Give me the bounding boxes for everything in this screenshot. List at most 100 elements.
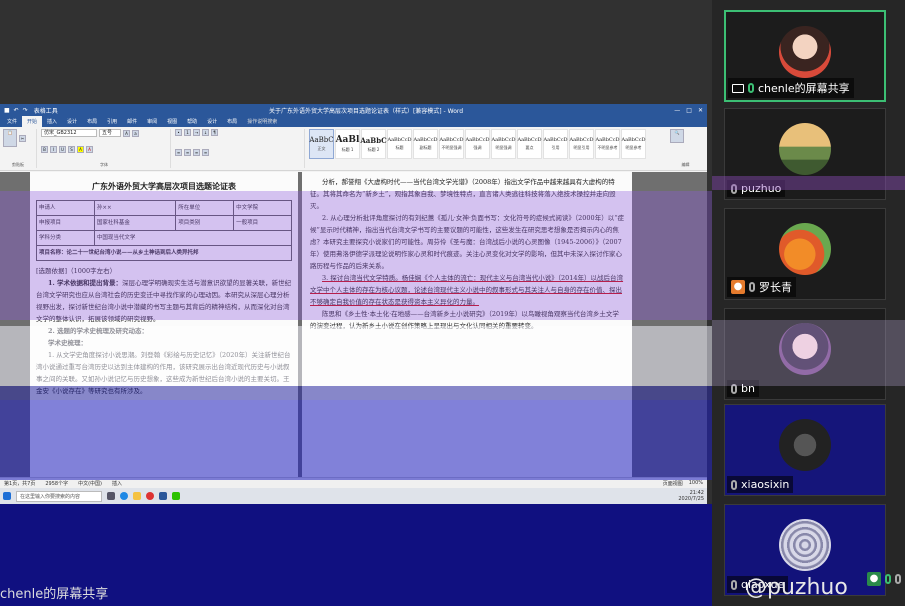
- tab-review[interactable]: 审阅: [142, 116, 162, 127]
- find-icon[interactable]: 🔍: [670, 129, 684, 143]
- microphone-muted-icon[interactable]: [895, 574, 901, 584]
- document-area[interactable]: 广东外语外贸大学高层次项目选题论证表 申请人 孙×× 所在单位 中文学院 申报项…: [0, 172, 707, 477]
- microphone-muted-icon[interactable]: [731, 383, 737, 394]
- tab-mailings[interactable]: 邮件: [122, 116, 142, 127]
- tell-me-search[interactable]: 操作说明搜索: [242, 116, 282, 127]
- file-explorer-icon[interactable]: [133, 492, 141, 500]
- font-color-icon[interactable]: A: [86, 146, 93, 153]
- word-count[interactable]: 2958个字: [45, 480, 68, 487]
- grow-font-icon[interactable]: A: [123, 129, 130, 137]
- taskbar: 在这里输入你要搜索的内容 21:42 2020/7/25: [0, 488, 707, 504]
- participant-tile[interactable]: xiaosixin: [724, 404, 886, 496]
- style-quote[interactable]: AaBbCcD 引用: [543, 129, 568, 159]
- style-intense-reference[interactable]: AaBbCcD 明显参考: [621, 129, 646, 159]
- tab-layout[interactable]: 布局: [82, 116, 102, 127]
- align-center-icon[interactable]: ≡: [184, 148, 191, 156]
- style-intense-emphasis[interactable]: AaBbCcD 明显强调: [491, 129, 516, 159]
- close-icon[interactable]: ✕: [698, 107, 703, 114]
- participant-name: chenle的屏幕共享: [758, 82, 850, 95]
- cut-icon[interactable]: ✂: [19, 134, 26, 142]
- style-strong[interactable]: AaBbCcD 要点: [517, 129, 542, 159]
- style-title[interactable]: AaBbCcD 标题: [387, 129, 412, 159]
- participant-tile[interactable]: puzhuo: [724, 108, 886, 200]
- document-page-2[interactable]: 分析，郝誉翔《大虚构时代——当代台湾文学光谱》（2008年）指出文学作品中越来越…: [302, 172, 632, 477]
- justify-icon[interactable]: ≡: [202, 148, 209, 156]
- shrink-font-icon[interactable]: a: [132, 129, 139, 137]
- microphone-icon[interactable]: [748, 83, 754, 93]
- sort-icon[interactable]: ↓: [202, 129, 209, 136]
- microphone-muted-icon[interactable]: [731, 479, 737, 490]
- word-taskbar-icon[interactable]: [159, 492, 167, 500]
- font-size-select[interactable]: 五号: [99, 129, 121, 137]
- participant-name: puzhuo: [741, 182, 782, 195]
- table-row: 申请人 孙×× 所在单位 中文学院: [36, 200, 292, 216]
- undo-icon[interactable]: ↶: [14, 107, 19, 114]
- align-left-icon[interactable]: ≡: [175, 148, 182, 156]
- tab-insert[interactable]: 插入: [42, 116, 62, 127]
- microphone-muted-icon[interactable]: [731, 579, 737, 590]
- style-heading-2[interactable]: AaBbC 标题 2: [360, 129, 387, 159]
- avatar: [779, 26, 831, 78]
- bullets-icon[interactable]: •: [175, 129, 182, 136]
- zoom-level[interactable]: 100%: [689, 480, 703, 487]
- screen-share-label: chenle的屏幕共享: [0, 587, 109, 602]
- style-subtle-reference[interactable]: AaBbCcD 不明显参考: [595, 129, 620, 159]
- microphone-icon[interactable]: [885, 574, 891, 584]
- language-status[interactable]: 中文(中国): [78, 480, 102, 487]
- microphone-muted-icon[interactable]: [731, 183, 737, 194]
- style-intense-quote[interactable]: AaBbCcD 明显引用: [569, 129, 594, 159]
- show-marks-icon[interactable]: ¶: [211, 129, 218, 136]
- highlight-icon[interactable]: A: [77, 146, 84, 153]
- quick-access-toolbar: ■ ↶ ↷: [4, 107, 28, 114]
- underline-icon[interactable]: U: [59, 146, 66, 153]
- tab-view[interactable]: 视图: [162, 116, 182, 127]
- style-normal[interactable]: AaBbC 正文: [309, 129, 334, 159]
- italic-icon[interactable]: I: [50, 146, 57, 153]
- document-page-1[interactable]: 广东外语外贸大学高层次项目选题论证表 申请人 孙×× 所在单位 中文学院 申报项…: [30, 172, 298, 477]
- strikethrough-icon[interactable]: S: [68, 146, 75, 153]
- participant-tile[interactable]: bn: [724, 308, 886, 400]
- project-name[interactable]: 项目名称：论二十一世纪台湾小说——从乡土神话到后人类异托邦: [36, 245, 292, 261]
- redo-icon[interactable]: ↷: [23, 107, 28, 114]
- title-bar: ■ ↶ ↷ 表格工具 关于广东外语外贸大学高层次项目选题论证表（样式）[兼容模式…: [0, 104, 707, 116]
- insert-mode[interactable]: 插入: [112, 480, 122, 487]
- microphone-muted-icon[interactable]: [749, 282, 755, 292]
- avatar: [779, 223, 831, 275]
- style-subtitle[interactable]: AaBbCcD 副标题: [413, 129, 438, 159]
- view-mode[interactable]: 页面视图: [663, 480, 683, 487]
- page-count[interactable]: 第1页，共7页: [4, 480, 35, 487]
- participant-tile[interactable]: chenle的屏幕共享: [724, 10, 886, 102]
- minimize-icon[interactable]: —: [674, 107, 680, 114]
- paste-icon[interactable]: 📋: [3, 129, 17, 147]
- tab-help[interactable]: 帮助: [182, 116, 202, 127]
- chrome-icon[interactable]: [146, 492, 154, 500]
- corner-controls: ●: [867, 572, 901, 586]
- style-subtle-emphasis[interactable]: AaBbCcD 不明显强调: [439, 129, 464, 159]
- windows-start-icon[interactable]: [3, 492, 11, 500]
- maximize-icon[interactable]: □: [686, 107, 692, 114]
- tab-table-design[interactable]: 设计: [202, 116, 222, 127]
- numbering-icon[interactable]: 1: [184, 129, 191, 136]
- style-emphasis[interactable]: AaBbCcD 强调: [465, 129, 490, 159]
- bold-icon[interactable]: B: [41, 146, 48, 153]
- edit-group-label: 编辑: [681, 162, 690, 167]
- edit-group: 🔍 编辑: [670, 129, 704, 168]
- paragraph-group: • 1 → ↓ ¶ ≡ ≡ ≡ ≡: [175, 129, 305, 168]
- style-heading-1[interactable]: AaBl 标题 1: [335, 129, 360, 159]
- save-icon[interactable]: ■: [4, 107, 10, 114]
- wechat-icon[interactable]: [172, 492, 180, 500]
- tab-table-layout[interactable]: 布局: [222, 116, 242, 127]
- font-name-select[interactable]: 仿宋_GB2312: [41, 129, 97, 137]
- clipboard-group: 📋 ✂ 剪贴板: [3, 129, 37, 168]
- tab-design[interactable]: 设计: [62, 116, 82, 127]
- edge-icon[interactable]: [120, 492, 128, 500]
- participant-tile[interactable]: ● 罗长青: [724, 208, 886, 300]
- indent-icon[interactable]: →: [193, 129, 200, 136]
- taskbar-search-input[interactable]: 在这里输入你要搜索的内容: [16, 490, 102, 502]
- task-view-icon[interactable]: [107, 492, 115, 500]
- tab-references[interactable]: 引用: [102, 116, 122, 127]
- tab-home[interactable]: 开始: [22, 116, 43, 127]
- clipboard-group-label: 剪贴板: [12, 162, 24, 167]
- align-right-icon[interactable]: ≡: [193, 148, 200, 156]
- tab-file[interactable]: 文件: [2, 116, 22, 127]
